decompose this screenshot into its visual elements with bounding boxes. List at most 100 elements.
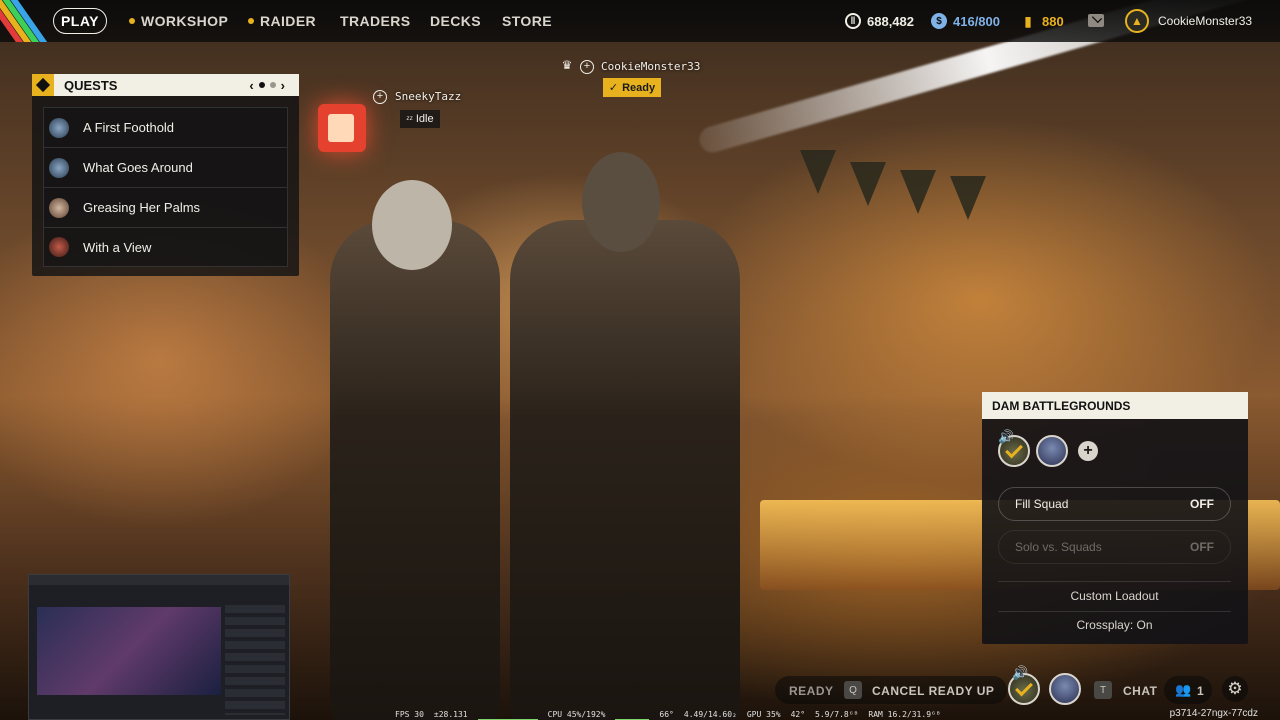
nav-label: DECKS [430,13,482,29]
coins-balance[interactable]: ‖ 688,482 [845,13,914,29]
preview-header [29,575,289,585]
add-friend-icon[interactable]: + [373,90,387,104]
raider-character-right [510,220,740,720]
cpu-graph [615,710,650,720]
add-friend-icon[interactable]: + [580,60,594,74]
raider-tokens-value: 880 [1042,13,1064,29]
quest-item[interactable]: Greasing Her Palms [43,187,288,227]
raider-head-left [372,180,452,270]
clock-readout: 4.49/14.60₂ [683,710,737,719]
quest-item[interactable]: What Goes Around [43,147,288,187]
friends-count: 1 [1197,684,1205,698]
chevron-left-icon[interactable]: ‹ [249,78,253,93]
preview-sidebar [225,605,285,715]
divider [998,581,1231,582]
nav-traders[interactable]: TRADERS [340,13,410,29]
quests-header: QUESTS ‹ › [32,74,299,96]
page-dot[interactable] [269,82,276,88]
squad-panel: DAM BATTLEGROUNDS 🔊 + Fill Squad OFF Sol… [982,392,1248,644]
solo-label: Solo vs. Squads [1015,540,1102,554]
raider-tokens-balance[interactable]: ▮ 880 [1020,13,1064,29]
cpu-temp-readout: 66° [659,710,674,719]
nav-workshop[interactable]: WORKSHOP [129,13,228,29]
brand-stripes [0,0,48,42]
raider-token-icon: ▮ [1024,12,1032,29]
ram-readout: RAM 16.2/31.9ᴳᴮ [868,710,941,719]
fill-squad-toggle[interactable]: Fill Squad OFF [998,487,1231,521]
nav-label: RAIDER [260,13,317,29]
party-member-name[interactable]: SneekyTazz [395,90,461,103]
quests-icon [32,74,54,96]
quest-label: A First Foothold [83,120,175,135]
quest-giver-avatar [49,157,69,178]
ready-label: READY [789,684,834,698]
add-squad-member-button[interactable]: + [1078,441,1098,461]
mail-icon[interactable] [1088,14,1104,27]
chat-button[interactable]: CHAT [1123,684,1157,698]
page-dot-active[interactable] [258,82,265,88]
solo-value: OFF [1190,540,1214,554]
nav-store[interactable]: STORE [502,13,552,29]
squad-member-avatar[interactable]: 🔊 [998,429,1030,467]
quest-label: What Goes Around [83,160,193,175]
player-level-icon[interactable]: ▲ [1125,9,1149,33]
player-username[interactable]: CookieMonster33 [1158,14,1252,28]
speaker-icon: 🔊 [998,429,1015,444]
fill-squad-label: Fill Squad [1015,497,1069,511]
coins-value: 688,482 [867,13,914,29]
nav-label: STORE [502,13,552,29]
nav-label: TRADERS [340,13,411,29]
quest-label: Greasing Her Palms [83,200,201,215]
vram-readout: 5.9/7.8ᴳᴮ [815,710,859,719]
raider-head-right [582,152,660,252]
nav-label: WORKSHOP [141,13,229,29]
quest-giver-avatar [49,237,69,257]
preview-video [37,607,221,695]
quest-item[interactable]: With a View [43,227,288,267]
chevron-right-icon[interactable]: › [281,78,285,93]
red-lamp [318,104,366,152]
solo-vs-squads-toggle: Solo vs. Squads OFF [998,530,1231,564]
self-avatar[interactable]: 🔊 [1008,665,1040,705]
stream-preview-overlay [28,574,290,720]
tokens-value: 416/800 [953,13,1000,29]
map-title: DAM BATTLEGROUNDS [982,392,1248,419]
party-leader-name[interactable]: CookieMonster33 [601,60,700,73]
quest-giver-avatar [49,117,69,138]
pennant-flag [800,150,836,194]
custom-loadout-button[interactable]: Custom Loadout [998,589,1231,603]
fps-readout: FPS 30 [395,710,424,719]
fill-squad-value: OFF [1190,497,1214,511]
gear-icon[interactable]: ⚙ [1222,676,1248,702]
nav-decks[interactable]: DECKS [430,13,481,29]
nav-raider[interactable]: RAIDER [248,13,316,29]
quests-pager: ‹ › [249,78,285,93]
gpu-temp-readout: 42° [790,710,806,719]
idle-status-badge: ᶻᶻ Idle [400,110,440,128]
pennant-flag [950,176,986,220]
tokens-balance[interactable]: $ 416/800 [931,13,1000,29]
quests-panel: QUESTS ‹ › A First Foothold What Goes Ar… [32,74,299,276]
pennant-flag [850,162,886,206]
ready-check-icon [1015,678,1033,697]
squad-members: 🔊 + [998,429,1098,467]
play-tab[interactable]: PLAY [53,8,107,34]
crown-icon: ♛ [561,58,573,72]
gpu-readout: GPU 35% [746,710,781,719]
squadmate-avatar[interactable] [1049,673,1081,705]
crossplay-setting[interactable]: Crossplay: On [998,618,1231,632]
top-navigation-bar: PLAY WORKSHOP RAIDER TRADERS DECKS STORE… [0,0,1280,42]
cancel-ready-up-button[interactable]: CANCEL READY UP [872,684,994,698]
ready-status-label: Ready [622,81,656,94]
keycap-t: T [1094,681,1112,699]
ready-status-badge: ✓ Ready [603,78,661,97]
squad-member-avatar[interactable] [1036,435,1068,467]
performance-overlay: FPS 30 ±28.131 CPU 45%/192% 66° 4.49/14.… [395,710,941,720]
idle-status-label: Idle [415,113,434,125]
cpu-readout: CPU 45%/192% [547,710,606,719]
quest-label: With a View [83,239,152,255]
quest-item[interactable]: A First Foothold [43,107,288,147]
token-icon: $ [931,13,947,29]
sleep-icon: ᶻᶻ [406,114,413,124]
friends-icon: 👥 [1175,682,1192,697]
